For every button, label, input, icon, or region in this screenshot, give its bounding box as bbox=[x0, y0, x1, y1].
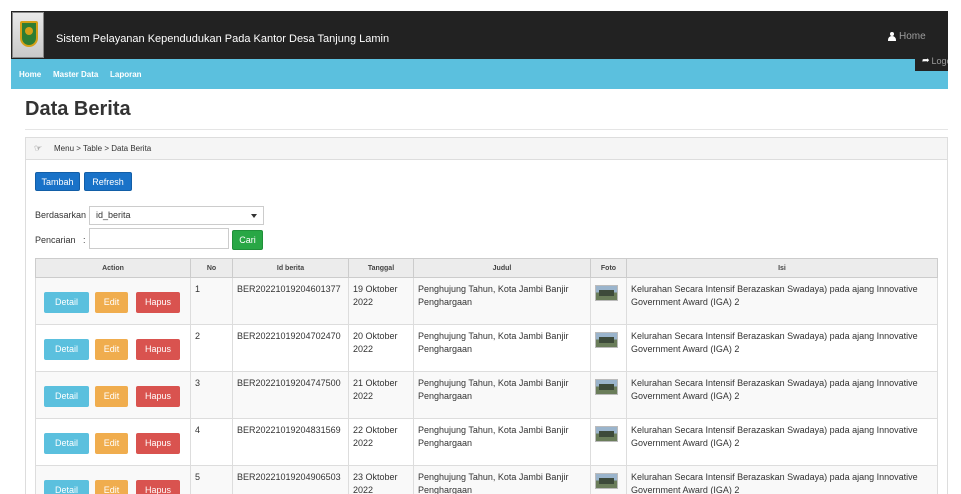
row-actions: Detail Edit Hapus bbox=[35, 465, 191, 494]
col-isi: Isi bbox=[626, 258, 938, 278]
cell-no: 1 bbox=[190, 277, 233, 325]
table-row: Detail Edit Hapus 1 BER20221019204601377… bbox=[35, 277, 938, 325]
cell-tanggal: 20 Oktober 2022 bbox=[348, 324, 414, 372]
cell-id: BER20221019204906503 bbox=[232, 465, 349, 494]
cell-isi: Kelurahan Secara Intensif Berazaskan Swa… bbox=[626, 277, 938, 325]
cell-no: 5 bbox=[190, 465, 233, 494]
refresh-button[interactable]: Refresh bbox=[84, 172, 132, 191]
table-row: Detail Edit Hapus 4 BER20221019204831569… bbox=[35, 418, 938, 466]
col-tanggal: Tanggal bbox=[348, 258, 414, 278]
title-divider bbox=[25, 129, 948, 130]
cell-tanggal: 21 Oktober 2022 bbox=[348, 371, 414, 419]
hapus-button[interactable]: Hapus bbox=[136, 480, 180, 494]
cell-judul: Penghujung Tahun, Kota Jambi Banjir Peng… bbox=[413, 465, 591, 494]
cell-id: BER20221019204601377 bbox=[232, 277, 349, 325]
hapus-button[interactable]: Hapus bbox=[136, 339, 180, 360]
main-menu: Home Master Data Laporan bbox=[11, 59, 948, 89]
nav-laporan[interactable]: Laporan bbox=[110, 70, 142, 79]
cell-no: 3 bbox=[190, 371, 233, 419]
hand-pointer-icon: ☞ bbox=[34, 143, 43, 153]
table-row: Detail Edit Hapus 5 BER20221019204906503… bbox=[35, 465, 938, 494]
cell-isi: Kelurahan Secara Intensif Berazaskan Swa… bbox=[626, 371, 938, 419]
berdasarkan-select[interactable]: id_berita bbox=[89, 206, 264, 225]
nav-master-data[interactable]: Master Data bbox=[53, 70, 98, 79]
cell-foto bbox=[590, 277, 627, 325]
edit-button[interactable]: Edit bbox=[95, 386, 128, 407]
cell-foto bbox=[590, 324, 627, 372]
hapus-button[interactable]: Hapus bbox=[136, 433, 180, 454]
cell-tanggal: 23 Oktober 2022 bbox=[348, 465, 414, 494]
breadcrumb-text: Menu > Table > Data Berita bbox=[54, 144, 152, 153]
row-actions: Detail Edit Hapus bbox=[35, 277, 191, 325]
detail-button[interactable]: Detail bbox=[44, 480, 89, 494]
app-logo bbox=[12, 12, 44, 58]
search-input[interactable] bbox=[89, 228, 229, 249]
cell-judul: Penghujung Tahun, Kota Jambi Banjir Peng… bbox=[413, 371, 591, 419]
app-title: Sistem Pelayanan Kependudukan Pada Kanto… bbox=[56, 33, 390, 45]
berdasarkan-value: id_berita bbox=[96, 210, 131, 220]
user-icon bbox=[888, 32, 896, 41]
cell-id: BER20221019204702470 bbox=[232, 324, 349, 372]
cell-no: 2 bbox=[190, 324, 233, 372]
news-photo-thumbnail[interactable] bbox=[595, 285, 618, 301]
tambah-button[interactable]: Tambah bbox=[35, 172, 80, 191]
breadcrumb: ☞ Menu > Table > Data Berita bbox=[25, 137, 948, 160]
screenshot-border-top bbox=[0, 0, 961, 11]
cari-button[interactable]: Cari bbox=[232, 230, 263, 250]
row-actions: Detail Edit Hapus bbox=[35, 371, 191, 419]
berdasarkan-label: Berdasarkan : bbox=[35, 210, 91, 220]
row-actions: Detail Edit Hapus bbox=[35, 418, 191, 466]
top-navbar: Sistem Pelayanan Kependudukan Pada Kanto… bbox=[11, 11, 948, 59]
edit-button[interactable]: Edit bbox=[95, 480, 128, 494]
detail-button[interactable]: Detail bbox=[44, 433, 89, 454]
cell-no: 4 bbox=[190, 418, 233, 466]
cell-isi: Kelurahan Secara Intensif Berazaskan Swa… bbox=[626, 418, 938, 466]
cell-isi: Kelurahan Secara Intensif Berazaskan Swa… bbox=[626, 324, 938, 372]
hapus-button[interactable]: Hapus bbox=[136, 292, 180, 313]
cell-foto bbox=[590, 371, 627, 419]
cell-judul: Penghujung Tahun, Kota Jambi Banjir Peng… bbox=[413, 418, 591, 466]
logout-arrow-icon: ➦ bbox=[922, 55, 930, 65]
cell-judul: Penghujung Tahun, Kota Jambi Banjir Peng… bbox=[413, 324, 591, 372]
cell-isi: Kelurahan Secara Intensif Berazaskan Swa… bbox=[626, 465, 938, 494]
cell-judul: Penghujung Tahun, Kota Jambi Banjir Peng… bbox=[413, 277, 591, 325]
col-no: No bbox=[190, 258, 233, 278]
news-photo-thumbnail[interactable] bbox=[595, 332, 618, 348]
detail-button[interactable]: Detail bbox=[44, 386, 89, 407]
col-id-berita: Id berita bbox=[232, 258, 349, 278]
nav-home[interactable]: Home bbox=[19, 70, 41, 79]
news-photo-thumbnail[interactable] bbox=[595, 379, 618, 395]
cell-id: BER20221019204831569 bbox=[232, 418, 349, 466]
edit-button[interactable]: Edit bbox=[95, 292, 128, 313]
cell-id: BER20221019204747500 bbox=[232, 371, 349, 419]
screenshot-border-right bbox=[948, 0, 961, 494]
berita-table: Action No Id berita Tanggal Judul Foto I… bbox=[35, 258, 938, 494]
page-title: Data Berita bbox=[25, 98, 131, 120]
pencarian-colon: : bbox=[83, 235, 86, 245]
detail-button[interactable]: Detail bbox=[44, 292, 89, 313]
col-foto: Foto bbox=[590, 258, 627, 278]
col-judul: Judul bbox=[413, 258, 591, 278]
cell-foto bbox=[590, 465, 627, 494]
news-photo-thumbnail[interactable] bbox=[595, 473, 618, 489]
edit-button[interactable]: Edit bbox=[95, 339, 128, 360]
pencarian-label: Pencarian bbox=[35, 235, 76, 245]
cell-tanggal: 22 Oktober 2022 bbox=[348, 418, 414, 466]
screenshot-border-left bbox=[0, 0, 11, 494]
dropdown-caret-icon bbox=[251, 214, 257, 218]
cell-foto bbox=[590, 418, 627, 466]
row-actions: Detail Edit Hapus bbox=[35, 324, 191, 372]
table-row: Detail Edit Hapus 3 BER20221019204747500… bbox=[35, 371, 938, 419]
col-action: Action bbox=[35, 258, 191, 278]
hapus-button[interactable]: Hapus bbox=[136, 386, 180, 407]
news-photo-thumbnail[interactable] bbox=[595, 426, 618, 442]
detail-button[interactable]: Detail bbox=[44, 339, 89, 360]
cell-tanggal: 19 Oktober 2022 bbox=[348, 277, 414, 325]
table-row: Detail Edit Hapus 2 BER20221019204702470… bbox=[35, 324, 938, 372]
table-header: Action No Id berita Tanggal Judul Foto I… bbox=[35, 258, 938, 278]
edit-button[interactable]: Edit bbox=[95, 433, 128, 454]
